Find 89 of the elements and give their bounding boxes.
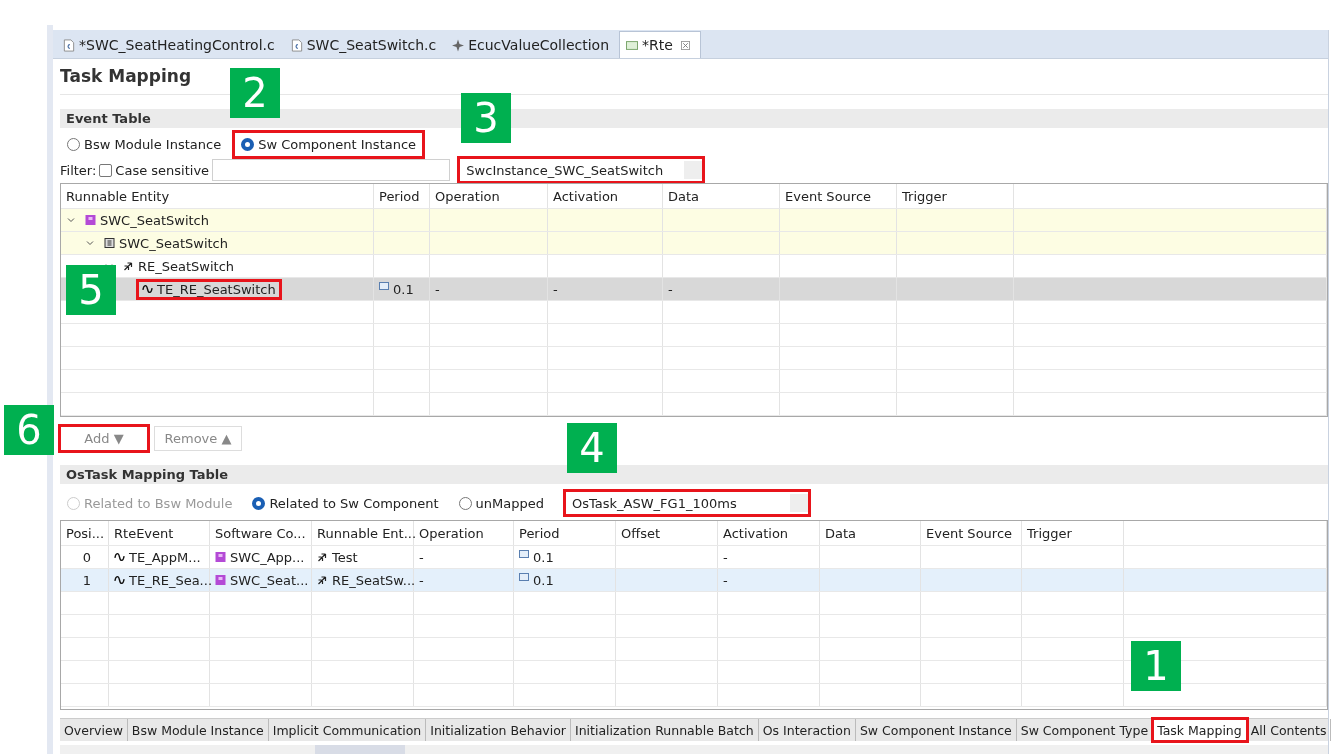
column-header[interactable]: Software Co...	[210, 521, 312, 545]
table-cell: SWC_App...	[230, 549, 305, 565]
table-cell: -	[723, 572, 728, 588]
step-number-badge: 2	[230, 68, 280, 118]
editor-tab[interactable]: *Rte	[619, 31, 701, 58]
wave-icon	[114, 552, 125, 562]
radio-option[interactable]: unMapped	[451, 490, 552, 516]
column-header[interactable]: Event Source	[921, 521, 1022, 545]
step-number-badge: 6	[4, 405, 54, 455]
step-number-badge: 1	[1131, 641, 1181, 691]
column-header[interactable]: Operation	[430, 184, 548, 208]
section-title: OsTask Mapping Table	[66, 467, 229, 482]
editor-tab[interactable]: *SWC_SeatHeatingControl.c	[57, 32, 285, 58]
page-tab[interactable]: Initialization Behavior	[426, 719, 571, 741]
component-icon	[85, 215, 96, 225]
column-header[interactable]: Activation	[718, 521, 820, 545]
table-cell: -	[553, 281, 558, 297]
tree-item[interactable]: SWC_SeatSwitch	[100, 234, 232, 252]
wave-icon	[142, 284, 153, 294]
filter-label: Filter:	[60, 162, 97, 178]
table-cell: TE_RE_Sea...	[129, 572, 212, 588]
wave-icon	[114, 575, 125, 585]
page-tab[interactable]: All Contents	[1246, 719, 1332, 741]
editor-tab[interactable]: SWC_SeatSwitch.c	[284, 32, 447, 58]
table-cell: 0.1	[533, 572, 554, 588]
component-icon	[215, 552, 226, 562]
table-cell: -	[419, 549, 424, 565]
period-icon	[379, 282, 389, 290]
page-tab[interactable]: Task Mapping	[1153, 719, 1247, 741]
column-header[interactable]: Data	[820, 521, 921, 545]
table-cell: -	[435, 281, 440, 297]
tree-item[interactable]: TE_RE_SeatSwitch	[138, 280, 280, 298]
page-tab[interactable]: Os Interaction	[758, 719, 856, 741]
table-cell: RE_SeatSw...	[332, 572, 416, 588]
window-icon	[626, 38, 638, 52]
page-tab[interactable]: Bsw Module Instance	[127, 719, 269, 741]
page-tab[interactable]: Initialization Runnable Batch	[570, 719, 759, 741]
column-header[interactable]: Period	[374, 184, 430, 208]
instance-dropdown[interactable]: SwcInstance_SWC_SeatSwitch	[459, 158, 704, 182]
table-cell: -	[723, 549, 728, 565]
component-icon	[215, 575, 226, 585]
tree-item[interactable]: SWC_SeatSwitch	[81, 211, 213, 229]
editor-tab[interactable]: EcucValueCollection	[446, 32, 619, 58]
column-header[interactable]: Posi...	[61, 521, 109, 545]
table-cell: 0.1	[533, 549, 554, 565]
runnable-arrow-icon	[317, 575, 328, 585]
step-number-badge: 4	[567, 423, 617, 473]
column-header[interactable]: Data	[663, 184, 780, 208]
task-dropdown[interactable]: OsTask_ASW_FG1_100ms	[565, 491, 810, 515]
component-box-icon	[104, 238, 115, 248]
table-cell: 1	[82, 572, 92, 588]
case-sensitive-checkbox[interactable]: Case sensitive	[99, 162, 210, 178]
table-cell: 0.1	[393, 281, 414, 297]
page-tab[interactable]: Sw Component Instance	[855, 719, 1017, 741]
column-header[interactable]: Runnable Ent...	[312, 521, 414, 545]
table-cell: 0	[82, 549, 92, 565]
file-icon	[290, 38, 303, 52]
column-header[interactable]: Period	[514, 521, 616, 545]
column-header[interactable]: Operation	[414, 521, 514, 545]
table-cell: TE_AppM...	[129, 549, 201, 565]
sparkle-icon	[452, 38, 465, 52]
column-header[interactable]: Activation	[548, 184, 663, 208]
runnable-arrow-icon	[123, 261, 134, 271]
radio-option[interactable]: Related to Sw Component	[245, 490, 446, 516]
page-tab[interactable]: Implicit Communication	[268, 719, 427, 741]
column-header[interactable]: Trigger	[897, 184, 1014, 208]
step-number-badge: 5	[66, 265, 116, 315]
radio-option[interactable]: Bsw Module Instance	[60, 131, 229, 157]
column-header[interactable]: Trigger	[1022, 521, 1124, 545]
close-icon[interactable]	[680, 40, 690, 50]
table-cell: -	[419, 572, 424, 588]
section-title: Event Table	[66, 111, 151, 126]
table-cell: Test	[332, 549, 358, 565]
column-header[interactable]: Runnable Entity	[61, 184, 374, 208]
page-tab[interactable]: Overview	[60, 719, 128, 741]
column-header[interactable]: Offset	[616, 521, 718, 545]
table-cell: SWC_Seat...	[230, 572, 309, 588]
period-icon	[519, 550, 529, 558]
runnable-arrow-icon	[317, 552, 328, 562]
scrollbar-thumb[interactable]	[315, 745, 405, 754]
period-icon	[519, 573, 529, 581]
column-header[interactable]: RteEvent	[109, 521, 210, 545]
step-number-badge: 3	[461, 93, 511, 143]
table-cell: -	[668, 281, 673, 297]
file-icon	[63, 38, 75, 52]
column-header[interactable]: Event Source	[780, 184, 897, 208]
filter-field[interactable]	[212, 159, 451, 181]
tree-item[interactable]: RE_SeatSwitch	[119, 257, 239, 275]
radio-option[interactable]: Sw Component Instance	[234, 131, 424, 157]
